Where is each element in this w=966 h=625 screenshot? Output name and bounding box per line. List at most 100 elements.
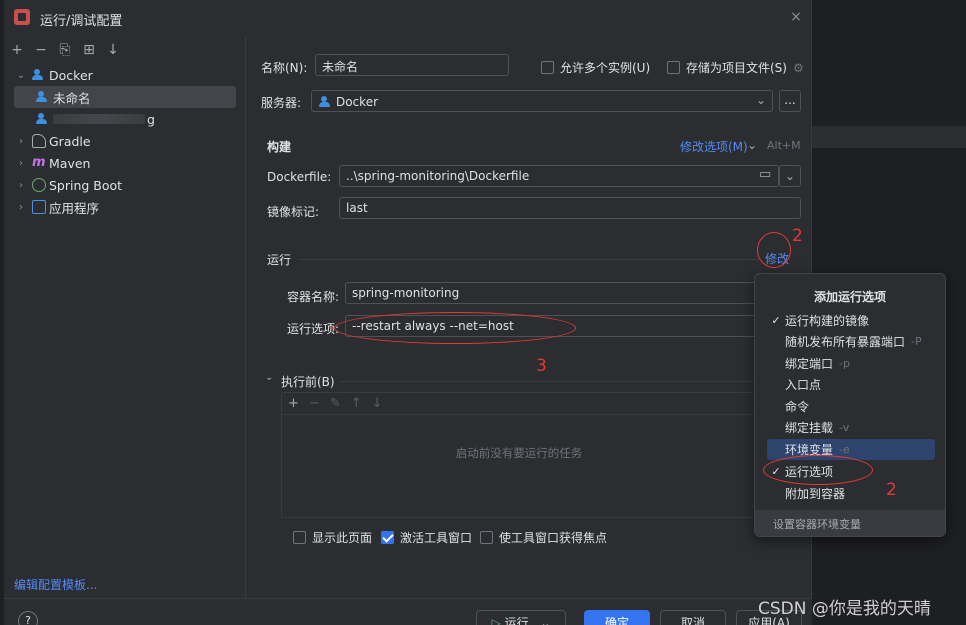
no-tasks-text: 启动前没有要运行的任务 xyxy=(455,446,583,460)
chevron-down-icon[interactable]: ⌄ xyxy=(14,70,28,81)
copy-icon[interactable]: ⎘ xyxy=(58,43,72,57)
tree-node-unnamed[interactable]: 未命名 xyxy=(14,86,236,108)
container-name-label: 容器名称: xyxy=(287,290,340,304)
tree-node-application[interactable]: › 应用程序 xyxy=(14,196,236,218)
popup-item-bind-mounts[interactable]: 绑定挂载 -v xyxy=(767,417,935,438)
allow-multiple-checkbox[interactable]: 允许多个实例(U) xyxy=(541,59,650,76)
run-button[interactable]: ▷ 运行 ⌄ xyxy=(476,610,566,625)
server-select-value: Docker xyxy=(336,95,379,109)
tree-toolbar: + − ⎘ ⊞ ↓ xyxy=(10,40,120,60)
tree-node-gradle[interactable]: › Gradle xyxy=(14,130,236,152)
container-name-input[interactable]: spring-monitoring xyxy=(345,282,759,304)
sort-icon[interactable]: ↓ xyxy=(106,43,120,57)
name-label: 名称(N): xyxy=(261,61,308,75)
focus-tool-window-checkbox[interactable]: 使工具窗口获得焦点 xyxy=(480,529,607,546)
tree-node-label: 未命名 xyxy=(53,90,91,106)
checkbox-label: 允许多个实例(U) xyxy=(560,61,651,75)
image-tag-input[interactable]: last xyxy=(339,197,801,219)
chevron-down-icon[interactable]: ⌄ xyxy=(265,372,273,383)
server-more-button[interactable]: ... xyxy=(779,90,801,112)
redacted-text xyxy=(53,114,145,124)
remove-icon[interactable]: − xyxy=(34,43,48,57)
show-page-checkbox[interactable]: 显示此页面 xyxy=(293,529,372,546)
popup-item-entrypoint[interactable]: 入口点 xyxy=(767,374,935,395)
chevron-down-icon: ⌄ xyxy=(755,93,766,107)
docker-icon xyxy=(319,95,333,109)
run-divider xyxy=(299,259,759,260)
store-as-file-checkbox[interactable]: 存储为项目文件(S) ⚙ xyxy=(667,59,804,76)
tree-node-redacted[interactable]: g xyxy=(14,108,236,130)
tree-node-label: Maven xyxy=(49,155,91,171)
cancel-button[interactable]: 取消 xyxy=(660,610,726,625)
popup-item-bind-ports[interactable]: 绑定端口 -p xyxy=(767,353,935,374)
tree-node-label: Docker xyxy=(49,67,93,83)
close-icon[interactable]: × xyxy=(788,9,804,25)
maven-icon: m xyxy=(32,155,46,170)
activate-tool-window-checkbox[interactable]: 激活工具窗口 xyxy=(381,529,472,546)
annotation-number: 2 xyxy=(886,480,897,500)
checkbox-label: 使工具窗口获得焦点 xyxy=(499,531,608,545)
play-icon: ▷ xyxy=(491,616,501,625)
tree-node-label: 应用程序 xyxy=(49,200,100,216)
run-button-label: 运行 xyxy=(504,616,529,625)
chevron-right-icon[interactable]: › xyxy=(14,180,28,191)
name-input[interactable]: 未命名 xyxy=(315,54,509,76)
tree-node-label: Spring Boot xyxy=(49,177,123,193)
move-down-icon[interactable]: ↓ xyxy=(372,396,383,411)
before-launch-divider xyxy=(339,381,759,382)
move-up-icon[interactable]: ↑ xyxy=(351,396,362,411)
help-button[interactable]: ? xyxy=(18,611,38,625)
add-icon[interactable]: + xyxy=(10,43,24,57)
popup-item-run-built-image[interactable]: ✓ 运行构建的镜像 xyxy=(767,310,935,331)
tree-node-docker[interactable]: ⌄ Docker xyxy=(14,64,236,86)
annotation-circle-modify xyxy=(757,232,791,268)
bottom-bar: ? ▷ 运行 ⌄ 确定 取消 应用(A) xyxy=(4,598,812,625)
tree-node-spring-boot[interactable]: › Spring Boot xyxy=(14,174,236,196)
modify-options-link[interactable]: 修改选项(M) xyxy=(680,138,748,155)
popup-item-publish-all-ports[interactable]: 随机发布所有暴露端口 -P xyxy=(767,331,935,352)
checkbox-box[interactable] xyxy=(381,531,394,544)
popup-item-command[interactable]: 命令 xyxy=(767,396,935,417)
tree-node-label: g xyxy=(147,111,155,127)
config-tree-panel: + − ⎘ ⊞ ↓ ⌄ Docker 未命名 g › Gradle › m Ma… xyxy=(4,36,246,598)
settings-gear-icon[interactable]: ⚙ xyxy=(793,61,804,75)
before-launch-title[interactable]: 执行前(B) xyxy=(281,373,335,390)
checkbox-box[interactable] xyxy=(667,61,680,74)
new-folder-icon[interactable]: ⊞ xyxy=(82,43,96,57)
edit-templates-link[interactable]: 编辑配置模板... xyxy=(14,576,97,593)
remove-task-icon[interactable]: − xyxy=(309,396,320,411)
chevron-right-icon[interactable]: › xyxy=(14,202,28,213)
chevron-down-icon[interactable]: ⌄ xyxy=(747,138,757,152)
docker-run-icon xyxy=(36,90,50,104)
edit-task-icon[interactable]: ✎ xyxy=(330,396,341,411)
checkbox-box[interactable] xyxy=(541,61,554,74)
application-icon xyxy=(32,200,46,214)
dialog-title: 运行/调试配置 xyxy=(40,14,123,29)
folder-icon[interactable]: ▭ xyxy=(759,167,771,182)
dockerfile-dropdown[interactable]: ⌄ xyxy=(779,165,801,187)
server-select[interactable]: Docker ⌄ xyxy=(311,90,773,112)
ok-button[interactable]: 确定 xyxy=(584,610,650,625)
popup-item-attach-container[interactable]: 附加到容器 xyxy=(767,483,935,504)
run-options-label: 运行选项: xyxy=(287,322,340,336)
add-task-icon[interactable]: + xyxy=(288,396,299,411)
dockerfile-input[interactable]: ..\spring-monitoring\Dockerfile xyxy=(339,165,779,187)
config-tree: ⌄ Docker 未命名 g › Gradle › m Maven › Spri… xyxy=(14,64,236,218)
build-section-title: 构建 xyxy=(267,140,292,154)
add-run-options-popup: 添加运行选项 ✓ 运行构建的镜像 随机发布所有暴露端口 -P 绑定端口 -p 入口点 … xyxy=(754,273,946,537)
checkbox-box[interactable] xyxy=(480,531,493,544)
app-logo-icon xyxy=(14,9,30,25)
run-section-title: 运行 xyxy=(267,253,292,267)
chevron-right-icon[interactable]: › xyxy=(14,158,28,169)
annotation-number: 2 xyxy=(792,226,803,246)
tree-node-maven[interactable]: › m Maven xyxy=(14,152,236,174)
chevron-right-icon[interactable]: › xyxy=(14,136,28,147)
gradle-icon xyxy=(32,134,46,148)
chevron-down-icon[interactable]: ⌄ xyxy=(540,616,550,625)
task-toolbar: + − ✎ ↑ ↓ xyxy=(282,393,756,415)
checkbox-label: 激活工具窗口 xyxy=(400,531,473,545)
checkbox-box[interactable] xyxy=(293,531,306,544)
annotation-circle-run-options-item xyxy=(763,455,873,485)
popup-footer: 设置容器环境变量 xyxy=(755,510,945,536)
docker-run-icon xyxy=(36,112,50,126)
